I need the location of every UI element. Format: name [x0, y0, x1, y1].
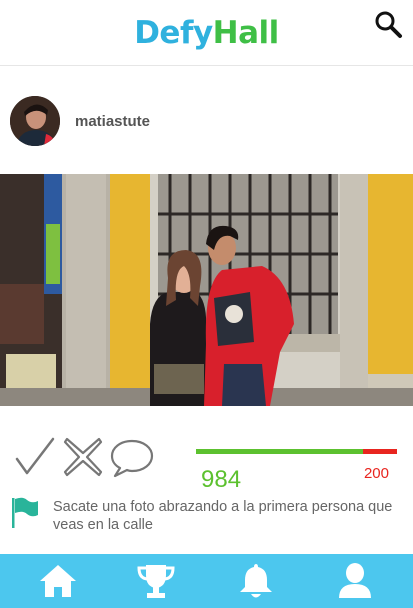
app-logo: DefyHall	[0, 14, 413, 52]
trophy-icon[interactable]	[135, 560, 177, 602]
cross-icon[interactable]	[61, 435, 105, 479]
challenge-row: Sacate una foto abrazando a la primera p…	[0, 495, 413, 537]
yes-vote-bar	[196, 449, 363, 454]
user-icon[interactable]	[334, 560, 376, 602]
logo-part-defy: Defy	[134, 15, 213, 51]
username[interactable]: matiastute	[75, 113, 150, 130]
bottom-nav	[0, 554, 413, 608]
no-vote-bar	[363, 449, 397, 454]
no-vote-count: 200	[363, 465, 389, 482]
home-icon[interactable]	[37, 560, 79, 602]
bell-icon[interactable]	[235, 560, 277, 602]
search-icon[interactable]	[373, 9, 403, 39]
app-header: DefyHall	[0, 0, 413, 66]
check-icon[interactable]	[13, 435, 57, 479]
post-photo[interactable]	[0, 174, 413, 406]
yes-vote-count: 984	[201, 466, 242, 493]
speech-bubble-icon[interactable]	[110, 435, 154, 479]
flag-icon	[10, 496, 40, 528]
post-author-row: matiastute	[0, 66, 413, 174]
post-actions	[0, 430, 200, 482]
vote-ratio-bar	[196, 447, 397, 455]
logo-part-hall: Hall	[212, 15, 280, 51]
challenge-text: Sacate una foto abrazando a la primera p…	[53, 499, 393, 533]
avatar[interactable]	[10, 96, 60, 146]
